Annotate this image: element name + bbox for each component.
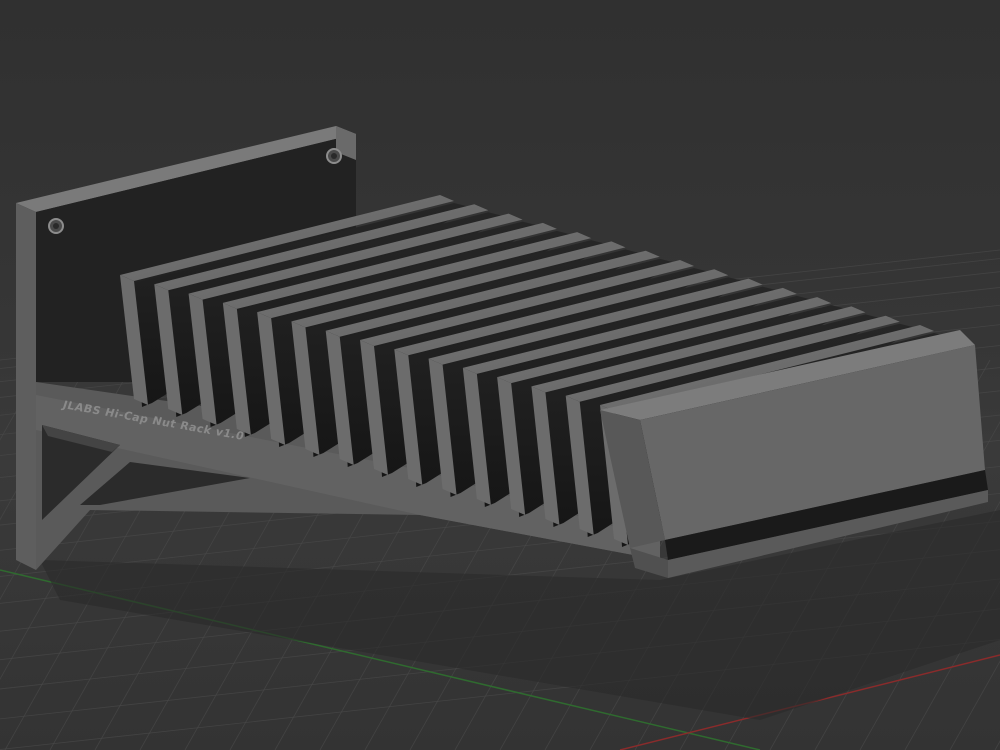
model-shadow (40, 510, 1000, 720)
3d-viewport[interactable]: JLABS Hi-Cap Nut Rack v1.0 (0, 0, 1000, 750)
scene-canvas[interactable]: JLABS Hi-Cap Nut Rack v1.0 (0, 0, 1000, 750)
